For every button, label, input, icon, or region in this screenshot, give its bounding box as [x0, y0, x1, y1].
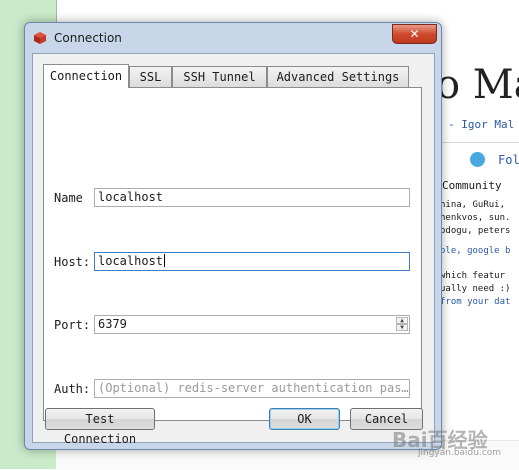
- host-label: Host:: [54, 255, 91, 269]
- port-value: 6379: [98, 317, 127, 331]
- background-text-line: hina, GuRui,: [440, 200, 506, 210]
- background-text-line: henkvos, sun.: [440, 213, 511, 223]
- spin-down-icon[interactable]: ▼: [396, 324, 408, 331]
- background-community-heading: Community: [442, 179, 502, 192]
- background-text-line: odogu, peters: [440, 226, 511, 236]
- baidu-watermark-url: jingyan.baidu.com: [418, 448, 502, 458]
- port-label: Port:: [54, 318, 91, 332]
- redis-app-icon: [34, 32, 46, 44]
- background-author-line: - Igor Mal: [448, 118, 515, 131]
- name-field[interactable]: localhost: [94, 188, 410, 207]
- port-spin-control[interactable]: ▲ ▼: [396, 317, 408, 332]
- auth-label: Auth:: [54, 382, 91, 396]
- twitter-icon[interactable]: [470, 152, 485, 167]
- tab-ssl[interactable]: SSL: [129, 66, 172, 87]
- window-title: Connection: [54, 31, 122, 45]
- port-stepper[interactable]: 6379 ▲ ▼: [94, 315, 410, 334]
- auth-password-field[interactable]: (Optional) redis-server authentication p…: [94, 379, 410, 398]
- background-divider: [436, 142, 519, 143]
- close-icon: ✕: [409, 27, 420, 41]
- close-button[interactable]: ✕: [392, 24, 437, 44]
- text-caret: [164, 254, 166, 267]
- background-link-line[interactable]: ole, google b: [440, 246, 510, 256]
- tab-advanced-settings[interactable]: Advanced Settings: [267, 66, 409, 87]
- dialog-client-area: Connection SSL SSH Tunnel Advanced Setti…: [32, 53, 435, 446]
- auth-placeholder: (Optional) redis-server authentication p…: [98, 381, 409, 395]
- spin-up-icon[interactable]: ▲: [396, 317, 408, 324]
- connection-dialog: Connection ✕ Connection SSL SSH Tunnel A…: [24, 22, 442, 450]
- name-label: Name: [54, 191, 83, 205]
- connection-tab-panel: Name localhost Host: localhost Port: 637…: [43, 87, 422, 421]
- tab-ssh-tunnel[interactable]: SSH Tunnel: [172, 66, 267, 87]
- host-value: localhost: [98, 254, 164, 268]
- ok-button[interactable]: OK: [269, 408, 340, 430]
- background-text-line: which featur: [440, 271, 506, 281]
- background-link-line[interactable]: from your dat: [440, 297, 510, 307]
- test-connection-button[interactable]: Test Connection: [45, 408, 155, 446]
- name-value: localhost: [98, 190, 164, 204]
- background-follow-link[interactable]: Fol: [498, 153, 519, 167]
- background-page-title: o Ma: [436, 62, 519, 108]
- title-bar[interactable]: Connection ✕: [25, 23, 441, 53]
- host-field[interactable]: localhost: [94, 252, 410, 271]
- background-text-line: ually need :): [440, 284, 511, 294]
- tab-connection[interactable]: Connection: [43, 64, 129, 88]
